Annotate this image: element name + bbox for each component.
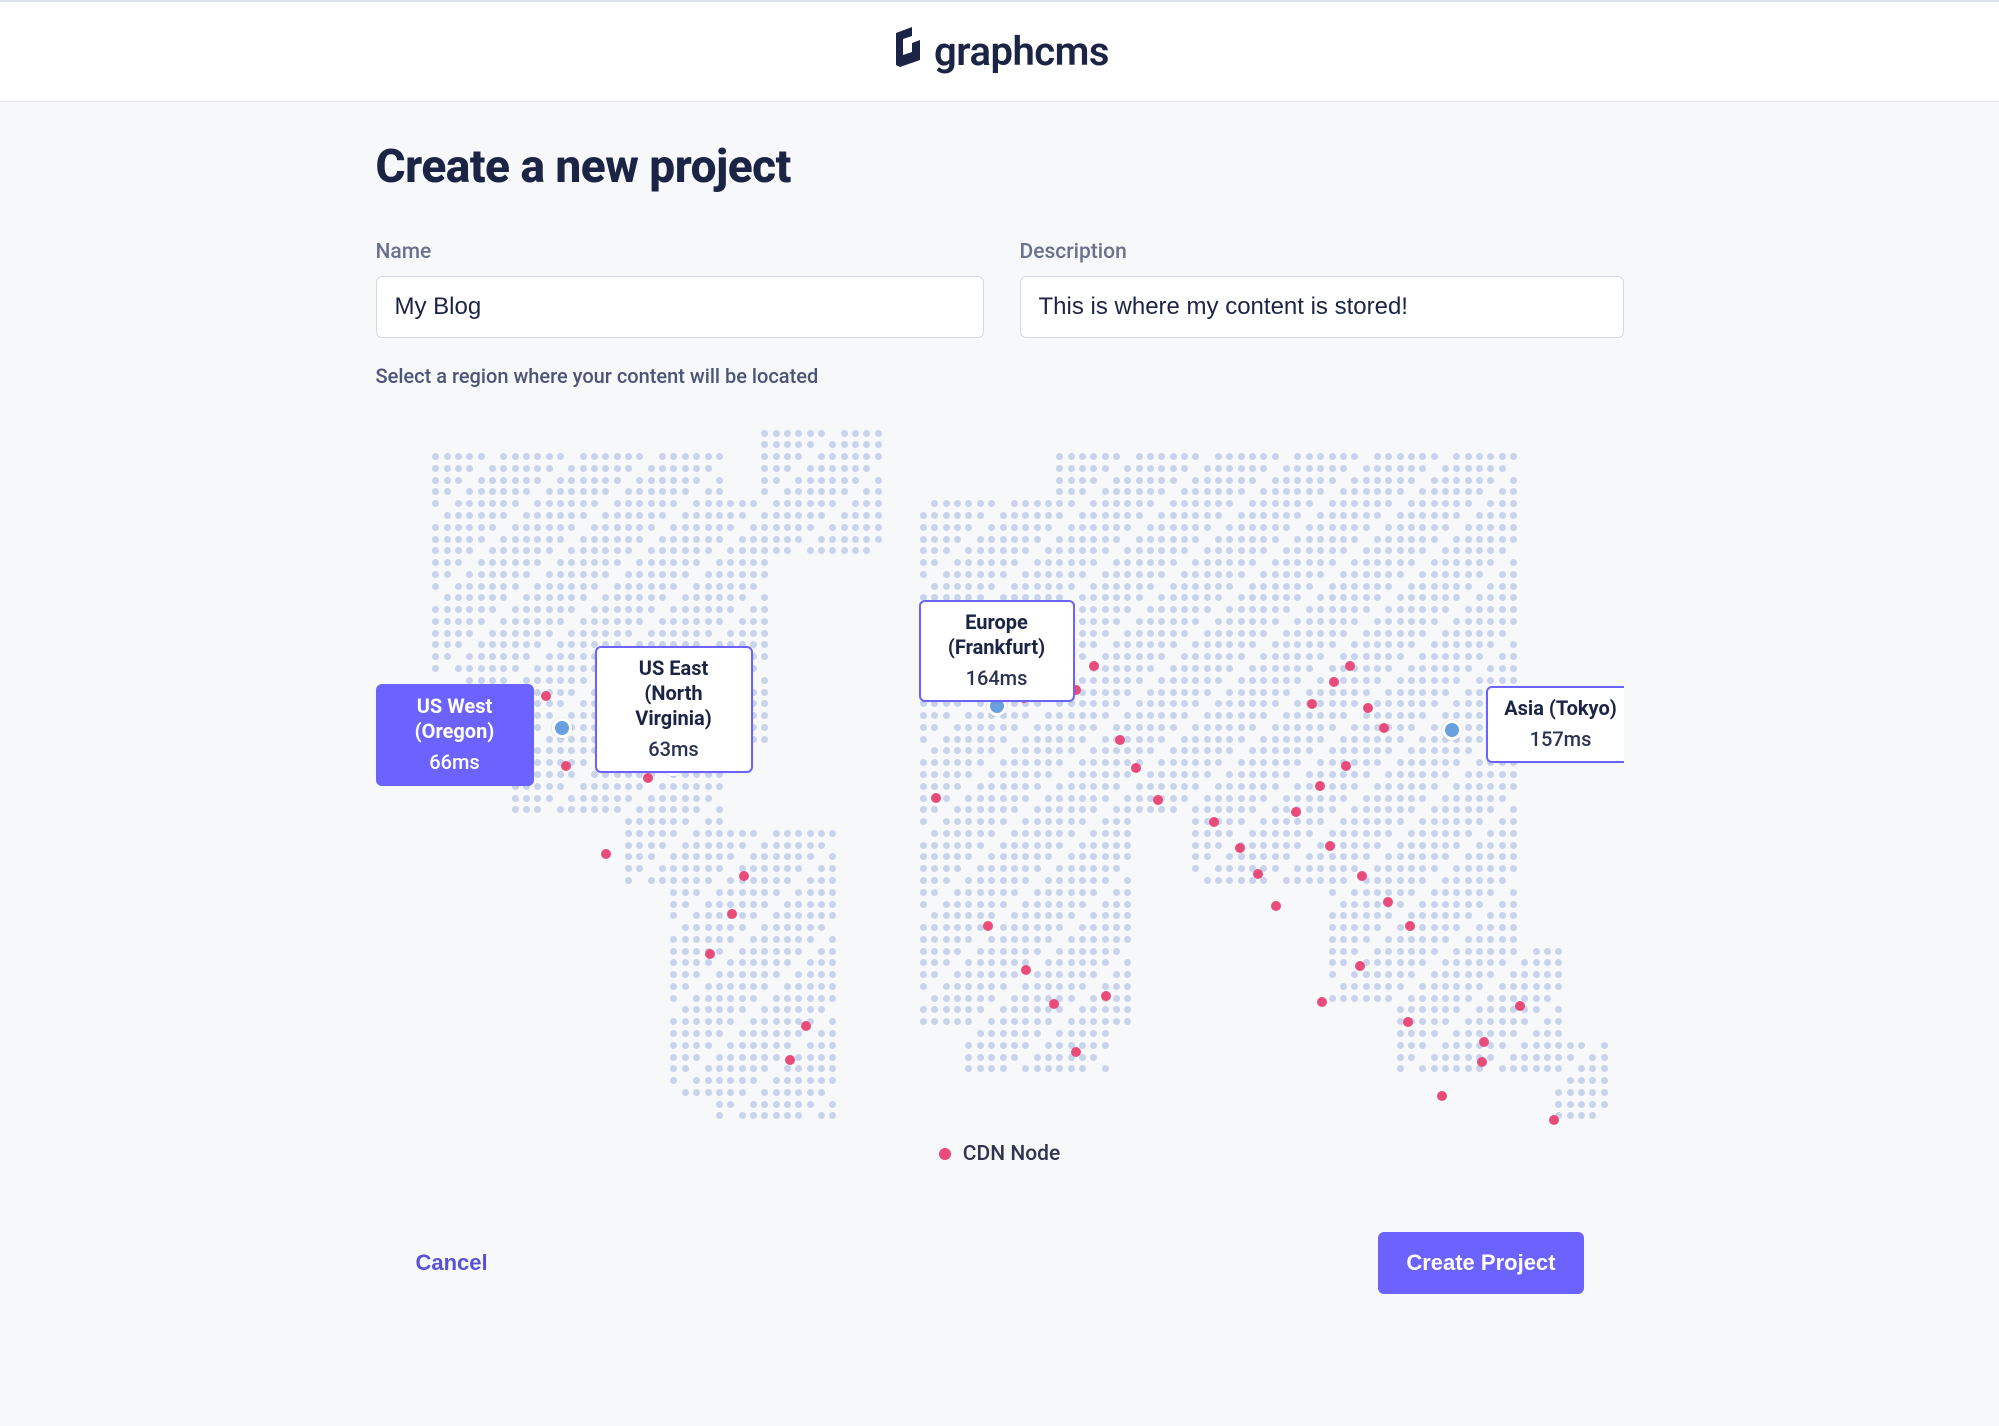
cdn-node-dot: [1515, 1001, 1525, 1011]
world-dot-map: [376, 406, 1624, 1136]
create-project-button[interactable]: Create Project: [1378, 1232, 1583, 1294]
cdn-node-dot: [1317, 997, 1327, 1007]
region-card-us-east[interactable]: US East (North Virginia) 63ms: [595, 646, 753, 773]
page-title: Create a new project: [376, 140, 1624, 194]
cdn-node-dot: [1357, 871, 1367, 881]
description-label: Description: [1020, 240, 1624, 264]
cdn-node-dot: [1071, 1047, 1081, 1057]
cdn-node-dot: [739, 871, 749, 881]
brand-logo: graphcms: [890, 25, 1109, 79]
region-map: US West (Oregon) 66ms US East (North Vir…: [376, 406, 1624, 1136]
name-label: Name: [376, 240, 984, 264]
cdn-node-dot: [1049, 999, 1059, 1009]
action-bar: Cancel Create Project: [376, 1232, 1624, 1294]
page-content: Create a new project Name Description Se…: [376, 102, 1624, 1354]
region-helper-text: Select a region where your content will …: [376, 364, 1624, 388]
cdn-node-dot: [1549, 1115, 1559, 1125]
cdn-node-dot: [1101, 991, 1111, 1001]
cdn-node-dot: [541, 691, 551, 701]
cdn-node-dot: [1345, 661, 1355, 671]
cdn-node-dot: [1089, 661, 1099, 671]
region-title: Europe (Frankfurt): [935, 610, 1059, 660]
region-latency: 157ms: [1502, 727, 1620, 751]
cdn-node-dot: [1383, 897, 1393, 907]
cdn-node-dot: [1405, 921, 1415, 931]
cdn-node-dot: [1355, 961, 1365, 971]
cdn-node-dot-icon: [939, 1148, 951, 1160]
description-input[interactable]: [1020, 276, 1624, 338]
cdn-node-dot: [801, 1021, 811, 1031]
legend-cdn-label: CDN Node: [963, 1142, 1060, 1166]
region-dot-asia[interactable]: [1442, 720, 1462, 740]
brand-wordmark: graphcms: [934, 28, 1109, 75]
cdn-node-dot: [1115, 735, 1125, 745]
cdn-node-dot: [601, 849, 611, 859]
cdn-node-dot: [727, 909, 737, 919]
cdn-node-dot: [1291, 807, 1301, 817]
cdn-node-dot: [1235, 843, 1245, 853]
cdn-node-dot: [1315, 781, 1325, 791]
cdn-node-dot: [1271, 901, 1281, 911]
cdn-node-dot: [1253, 869, 1263, 879]
cdn-node-dot: [1307, 699, 1317, 709]
cdn-node-dot: [1437, 1091, 1447, 1101]
region-card-europe[interactable]: Europe (Frankfurt) 164ms: [919, 600, 1075, 702]
cdn-node-dot: [1325, 841, 1335, 851]
region-card-us-west[interactable]: US West (Oregon) 66ms: [376, 684, 534, 786]
region-dot-us-west[interactable]: [552, 718, 572, 738]
name-input[interactable]: [376, 276, 984, 338]
name-field-group: Name: [376, 240, 984, 338]
description-field-group: Description: [1020, 240, 1624, 338]
region-title: US East (North Virginia): [611, 656, 737, 731]
cdn-node-dot: [561, 761, 571, 771]
region-latency: 66ms: [392, 750, 518, 774]
cdn-node-dot: [1131, 763, 1141, 773]
region-title: Asia (Tokyo): [1502, 696, 1620, 721]
cdn-node-dot: [1021, 965, 1031, 975]
top-bar: graphcms: [0, 0, 1999, 102]
region-title: US West (Oregon): [392, 694, 518, 744]
map-legend: CDN Node: [376, 1142, 1624, 1166]
region-latency: 164ms: [935, 666, 1059, 690]
cdn-node-dot: [1329, 677, 1339, 687]
cdn-node-dot: [1477, 1057, 1487, 1067]
cdn-node-dot: [785, 1055, 795, 1065]
cdn-node-dot: [1363, 703, 1373, 713]
cdn-node-dot: [643, 773, 653, 783]
cdn-node-dot: [983, 921, 993, 931]
region-latency: 63ms: [611, 737, 737, 761]
cdn-node-dot: [1209, 817, 1219, 827]
cdn-node-dot: [1403, 1017, 1413, 1027]
project-form-row: Name Description: [376, 240, 1624, 338]
region-card-asia[interactable]: Asia (Tokyo) 157ms: [1486, 686, 1624, 763]
cdn-node-dot: [1379, 723, 1389, 733]
cdn-node-dot: [1479, 1037, 1489, 1047]
cdn-node-dot: [1341, 761, 1351, 771]
cdn-node-dot: [705, 949, 715, 959]
cdn-node-dot: [1153, 795, 1163, 805]
cdn-node-dot: [931, 793, 941, 803]
brand-logomark-icon: [890, 25, 922, 79]
cancel-button[interactable]: Cancel: [416, 1250, 488, 1276]
